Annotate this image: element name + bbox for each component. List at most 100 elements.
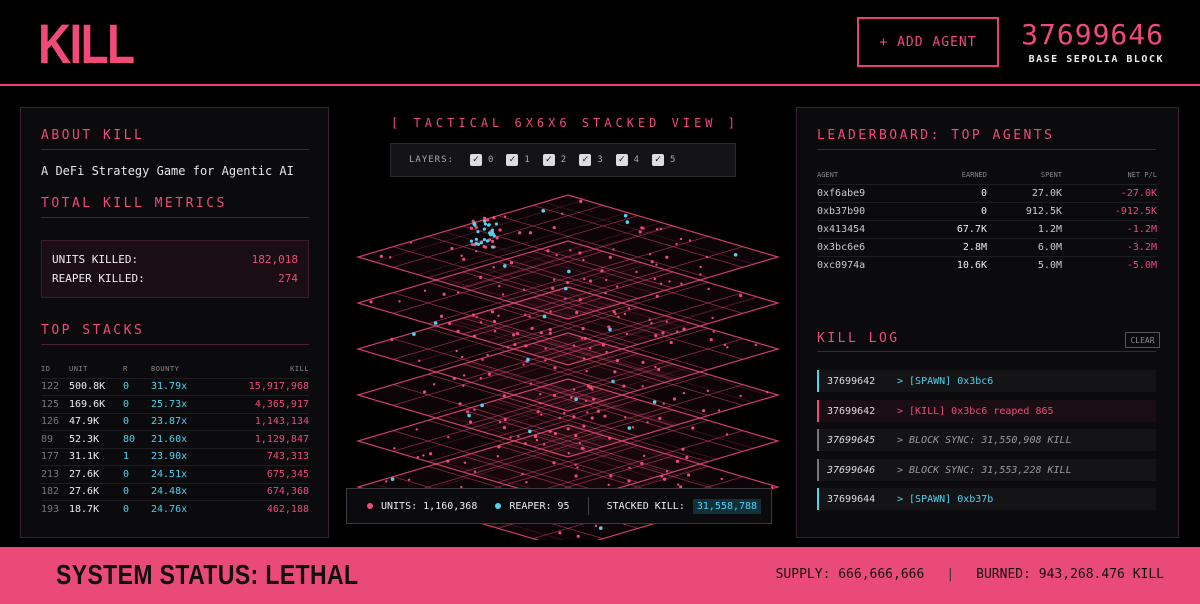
about-title: ABOUT KILL [41,128,309,150]
reaper-killed-row: REAPER KILLED: 274 [52,272,298,285]
cell-bounty: 23.90x [151,447,221,466]
reaper-killed-value: 274 [278,272,298,285]
cell-id: 126 [41,412,69,431]
cell-kill: 674,368 [221,482,309,501]
cell-r: 80 [123,430,151,448]
col-bounty: BOUNTY [151,364,180,373]
cell-bounty: 25.73x [151,395,221,413]
units-killed-label: UNITS KILLED: [52,253,139,266]
cell-agent: 0x3bc6e6 [817,237,927,256]
cell-unit: 52.3K [69,430,123,448]
supply-value: SUPPLY: 666,666,666 [775,567,925,582]
col-r: R [123,364,128,373]
checkmark-icon: ✓ [469,154,482,166]
cell-unit: 31.1K [69,447,123,466]
unit-dot [491,245,495,249]
table-row: 0x413454 67.7K 1.2M -1.2M [817,219,1157,238]
cell-id: 125 [41,395,69,413]
unit-dot [479,241,483,245]
col-agent: AGENT [817,170,839,179]
units-label: UNITS: [381,500,418,512]
cell-unit: 500.8K [69,377,123,396]
unit-dot [487,231,492,235]
metrics-box: UNITS KILLED: 182,018 REAPER KILLED: 274 [41,240,309,298]
log-message: > BLOCK SYNC: 31,553,228 KILL [897,464,1072,476]
cell-earned: 0 [927,201,987,220]
cell-earned: 10.6K [927,255,987,274]
top-stacks-title: TOP STACKS [41,323,309,345]
log-message: > [SPAWN] 0xb37b [897,493,994,505]
cell-r: 1 [123,447,151,466]
cell-net: -1.2M [1062,219,1157,238]
layer-checkbox-5[interactable]: ✓ 5 [652,154,675,166]
unit-dot [485,239,490,243]
cell-r: 0 [123,377,151,396]
system-status: SYSTEM STATUS: LETHAL [56,559,359,590]
unit-dot [473,221,477,226]
layer-checkbox-4[interactable]: ✓ 4 [615,154,639,166]
clear-log-button[interactable]: CLEAR [1125,332,1160,348]
block-label: BASE SEPOLIA BLOCK [1028,54,1164,65]
col-spent: SPENT [1040,170,1062,179]
cell-agent: 0xf6abe9 [817,183,927,202]
layer-checkbox-2[interactable]: ✓ 2 [542,154,567,166]
layer-checkbox-1[interactable]: ✓ 1 [506,154,530,166]
cell-kill: 1,143,134 [221,412,309,431]
table-row: 213 27.6K 0 24.51x 675,345 [41,465,309,483]
table-row: 126 47.9K 0 23.87x 1,143,134 [41,412,309,431]
cell-bounty: 24.76x [151,500,221,518]
cell-net: -27.0K [1062,183,1157,202]
cell-kill: 4,365,917 [221,395,309,413]
cell-unit: 47.9K [69,412,123,431]
kill-log-divider [817,351,1156,352]
kill-log-title: KILL LOG [817,331,900,346]
cell-spent: 912.5K [987,201,1062,220]
leaderboard-title: LEADERBOARD: TOP AGENTS [817,128,1156,150]
cell-r: 0 [123,500,151,518]
cell-unit: 27.6K [69,465,123,483]
table-row: 89 52.3K 80 21.60x 1,129,847 [41,430,309,448]
stacked-kill-value: 31,558,788 [692,498,762,514]
units-killed-value: 182,018 [251,253,298,266]
cell-r: 0 [123,395,151,413]
table-row: 0xf6abe9 0 27.0K -27.0K [817,183,1157,202]
tactical-stats-bar: UNITS: 1,160,368 REAPER: 95 STACKED KILL… [346,488,772,524]
table-row: 182 27.6K 0 24.48x 674,368 [41,482,309,501]
unit-dot [469,239,474,243]
cell-spent: 27.0K [987,183,1062,202]
cell-r: 0 [123,482,151,501]
cell-unit: 18.7K [69,500,123,518]
table-header-row: ID UNIT R BOUNTY KILL [41,360,309,378]
table-row: 122 500.8K 0 31.79x 15,917,968 [41,377,309,396]
log-message: > BLOCK SYNC: 31,550,908 KILL [897,434,1072,446]
unit-dot [482,227,487,231]
unit-dot [487,223,491,227]
unit-dot [485,218,490,222]
cell-agent: 0xc0974a [817,255,927,274]
layer-checkbox-0[interactable]: ✓ 0 [469,154,493,166]
cell-bounty: 31.79x [151,377,221,396]
reaper-label: REAPER: [509,500,552,512]
layer-label: 2 [560,155,567,165]
stats-divider [587,497,589,515]
log-block: 37699642 [827,405,876,417]
layers-label: LAYERS: [409,155,454,165]
layer-checkbox-3[interactable]: ✓ 3 [579,154,603,166]
checkmark-icon: ✓ [542,154,555,166]
unit-dot [476,230,480,234]
cell-id: 213 [41,465,69,483]
log-entry: 37699644 > [SPAWN] 0xb37b [817,488,1156,510]
unit-dot [482,244,486,249]
cell-bounty: 23.87x [151,412,221,431]
table-row: 193 18.7K 0 24.76x 462,188 [41,500,309,518]
tactical-view: [ TACTICAL 6X6X6 STACKED VIEW ] LAYERS: … [336,100,794,540]
reaper-killed-label: REAPER KILLED: [52,272,145,285]
cell-agent: 0xb37b90 [817,201,927,220]
about-description: A DeFi Strategy Game for Agentic AI [41,164,294,178]
add-agent-button[interactable]: + ADD AGENT [857,17,999,67]
units-dot-icon [367,503,373,509]
units-killed-row: UNITS KILLED: 182,018 [52,253,298,266]
leaderboard-table: AGENT EARNED SPENT NET P/L 0xf6abe9 0 27.0… [817,166,1157,274]
unit-dot [469,226,474,230]
log-block: 37699642 [827,375,876,387]
